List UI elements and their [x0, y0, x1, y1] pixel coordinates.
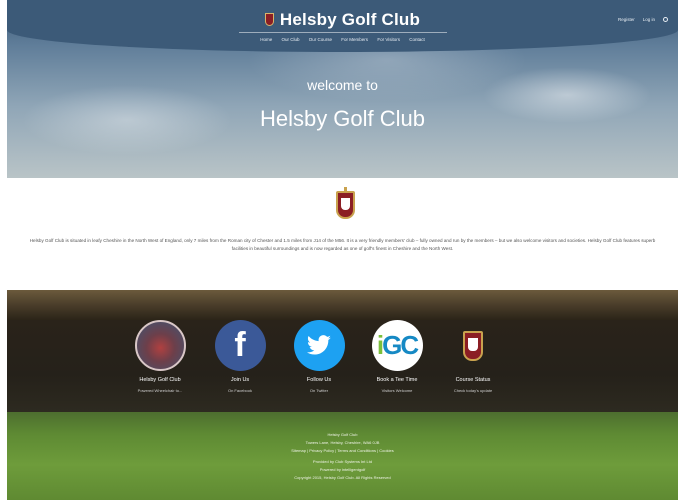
nav-item-our-club[interactable]: Our Club	[281, 37, 299, 42]
footer-club-name: Helsby Golf Club	[327, 432, 358, 437]
facebook-icon: f	[214, 320, 266, 371]
nav-item-for-members[interactable]: For Members	[341, 37, 368, 42]
nav-item-for-visitors[interactable]: For Visitors	[377, 37, 400, 42]
tile-title: Course Status	[455, 377, 491, 383]
site-header: Helsby Golf Club Home Our Club Our Cours…	[7, 0, 678, 52]
footer-powered[interactable]: Powered by intelligentgolf	[7, 467, 678, 472]
utility-links: Register Log in	[618, 17, 668, 22]
nav-item-our-course[interactable]: Our Course	[309, 37, 332, 42]
title-divider	[239, 32, 447, 33]
tile-title: Join Us	[230, 377, 250, 383]
crest-shape	[463, 330, 483, 361]
igc-logo-letter: C	[400, 330, 419, 360]
tile-subtitle: Powered Wheelchair to...	[137, 388, 183, 393]
club-photo-image	[134, 320, 186, 371]
page: Helsby Golf Club Home Our Club Our Cours…	[7, 0, 678, 500]
main-nav: Home Our Club Our Course For Members For…	[7, 37, 678, 42]
igc-logo-letter: G	[382, 330, 402, 360]
treeline-background	[7, 290, 678, 320]
intro-section: Helsby Golf Club is situated in leafy Ch…	[7, 178, 678, 290]
footer-address: Towers Lane, Helsby, Cheshire, WA6 0JB	[305, 440, 380, 445]
hero-title: Helsby Golf Club	[259, 106, 426, 131]
footer-provided[interactable]: Provided by Club Systems Int Ltd	[7, 459, 678, 464]
tile-course-status[interactable]: Course Status Check today's update	[433, 320, 513, 393]
tile-helsby-golf-club[interactable]: Helsby Golf Club Powered Wheelchair to..…	[120, 320, 200, 393]
tile-join-us[interactable]: f Join Us On Facebook	[200, 320, 280, 393]
tile-subtitle: Visitors Welcome	[381, 388, 413, 393]
site-footer: Helsby Golf Club Towers Lane, Helsby, Ch…	[7, 432, 678, 483]
tile-subtitle: Check today's update	[453, 388, 493, 393]
igc-logo-icon: iGC	[371, 320, 423, 371]
tile-subtitle: On Facebook	[227, 388, 252, 393]
tile-title: Follow Us	[306, 377, 332, 383]
tile-subtitle: On Twitter	[309, 388, 329, 393]
footer-links[interactable]: Sitemap | Privacy Policy | Terms and Con…	[7, 448, 678, 453]
logo[interactable]: Helsby Golf Club	[7, 10, 678, 30]
course-crest-icon	[448, 320, 499, 371]
nav-item-contact[interactable]: Contact	[409, 37, 425, 42]
footer-copyright: Copyright 2015, Helsby Golf Club. All Ri…	[294, 475, 391, 480]
login-link[interactable]: Log in	[643, 17, 655, 22]
tile-book-tee-time[interactable]: iGC Book a Tee Time Visitors Welcome	[357, 320, 437, 393]
tile-title: Book a Tee Time	[376, 377, 418, 383]
hero-welcome: welcome to	[307, 77, 378, 93]
crest-icon	[264, 13, 274, 26]
nav-item-home[interactable]: Home	[260, 37, 272, 42]
intro-text: Helsby Golf Club is situated in leafy Ch…	[29, 238, 656, 251]
twitter-icon	[293, 320, 345, 371]
register-link[interactable]: Register	[618, 17, 635, 22]
search-icon[interactable]	[663, 17, 668, 22]
tile-title: Helsby Golf Club	[139, 377, 181, 383]
social-tiles: Helsby Golf Club Powered Wheelchair to..…	[7, 320, 678, 412]
site-title[interactable]: Helsby Golf Club	[280, 10, 420, 29]
club-crest-icon	[336, 187, 355, 219]
tile-follow-us[interactable]: Follow Us On Twitter	[279, 320, 359, 393]
